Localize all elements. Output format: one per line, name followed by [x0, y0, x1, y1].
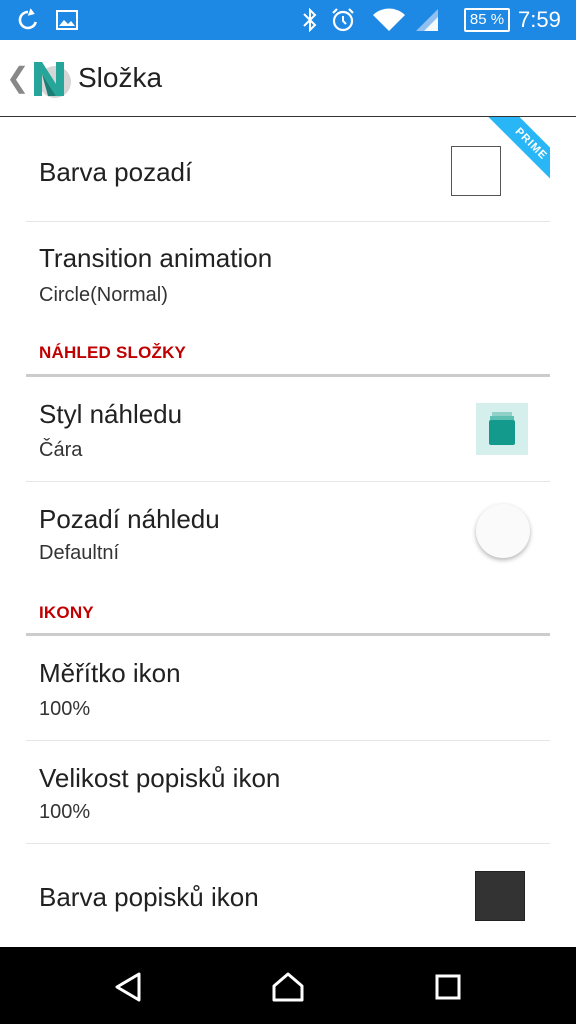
sync-icon — [16, 0, 40, 40]
page-title: Složka — [78, 62, 163, 93]
setting-title: Barva popisků ikon — [39, 882, 259, 912]
clock: 7:59 — [518, 7, 561, 32]
settings-list[interactable]: Barva pozadí PRIME Transition animation … — [0, 117, 576, 947]
setting-value: Circle(Normal) — [39, 284, 168, 306]
app-logo-icon[interactable] — [28, 56, 72, 100]
section-header-preview: NÁHLED SLOŽKY — [39, 343, 187, 362]
navigation-bar — [0, 947, 576, 1024]
recents-icon[interactable] — [426, 965, 470, 1009]
setting-title: Velikost popisků ikon — [39, 763, 281, 793]
preview-background-circle-icon — [476, 504, 530, 558]
bluetooth-icon — [300, 0, 320, 40]
wifi-icon — [372, 0, 406, 40]
setting-title: Měřítko ikon — [39, 658, 181, 688]
prime-badge: PRIME — [482, 117, 550, 185]
background-color-setting[interactable]: Barva pozadí — [26, 117, 550, 222]
alarm-icon — [330, 0, 356, 40]
status-bar: 85 % 7:59 — [0, 0, 576, 40]
folder-preview-icon — [476, 403, 528, 455]
setting-title: Transition animation — [39, 243, 273, 273]
battery-level: 85 % — [469, 11, 505, 28]
image-icon — [56, 0, 78, 40]
color-swatch[interactable] — [475, 871, 525, 921]
setting-value: Defaultní — [39, 542, 120, 564]
section-header-icons: IKONY — [39, 603, 94, 622]
setting-title: Styl náhledu — [39, 399, 183, 429]
preview-style-setting[interactable]: Styl náhledu Čára — [26, 377, 550, 482]
label-color-setting[interactable]: Barva popisků ikon — [26, 844, 550, 947]
preview-background-setting[interactable]: Pozadí náhledu Defaultní — [26, 482, 550, 582]
transition-animation-setting[interactable]: Transition animation Circle(Normal) — [26, 222, 550, 322]
action-bar: ❮ Složka — [0, 40, 576, 117]
battery-icon: 85 % — [464, 0, 510, 40]
setting-title: Pozadí náhledu — [39, 504, 220, 534]
label-size-setting[interactable]: Velikost popisků ikon 100% — [26, 741, 550, 844]
signal-icon — [414, 0, 440, 40]
setting-value: Čára — [39, 439, 83, 461]
icon-scale-setting[interactable]: Měřítko ikon 100% — [26, 636, 550, 741]
setting-value: 100% — [39, 698, 91, 720]
setting-value: 100% — [39, 801, 91, 823]
setting-title: Barva pozadí — [39, 157, 193, 187]
back-triangle-icon[interactable] — [106, 965, 150, 1009]
back-chevron-icon[interactable]: ❮ — [6, 64, 29, 92]
prime-label: PRIME — [484, 117, 550, 185]
home-icon[interactable] — [266, 965, 310, 1009]
